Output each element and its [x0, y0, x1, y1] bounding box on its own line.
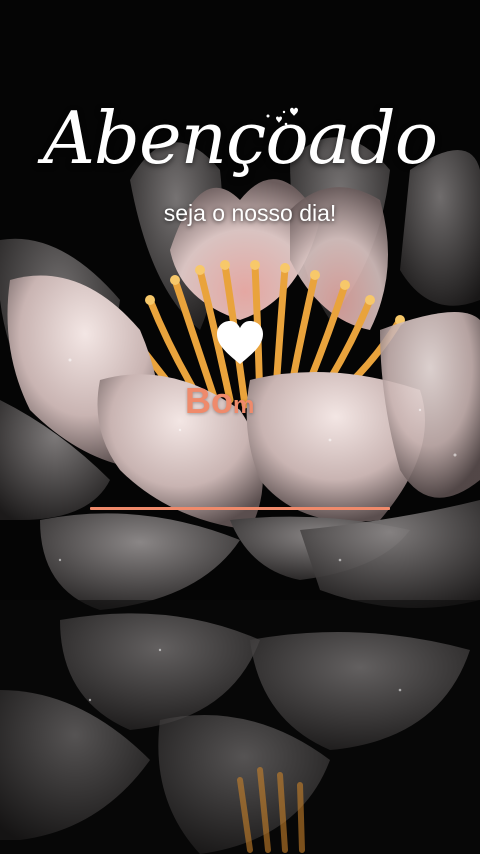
- sparkle-hearts-icon: [266, 107, 298, 126]
- greeting-title: Abençoado: [42, 96, 438, 180]
- animated-greeting-text: Bom: [185, 380, 254, 422]
- greeting-subtitle: seja o nosso dia!: [163, 200, 337, 226]
- animated-text-main: Bo: [185, 380, 233, 421]
- animated-text-tail: m: [233, 392, 255, 419]
- heart-icon: [217, 321, 263, 364]
- divider-line: [90, 507, 390, 510]
